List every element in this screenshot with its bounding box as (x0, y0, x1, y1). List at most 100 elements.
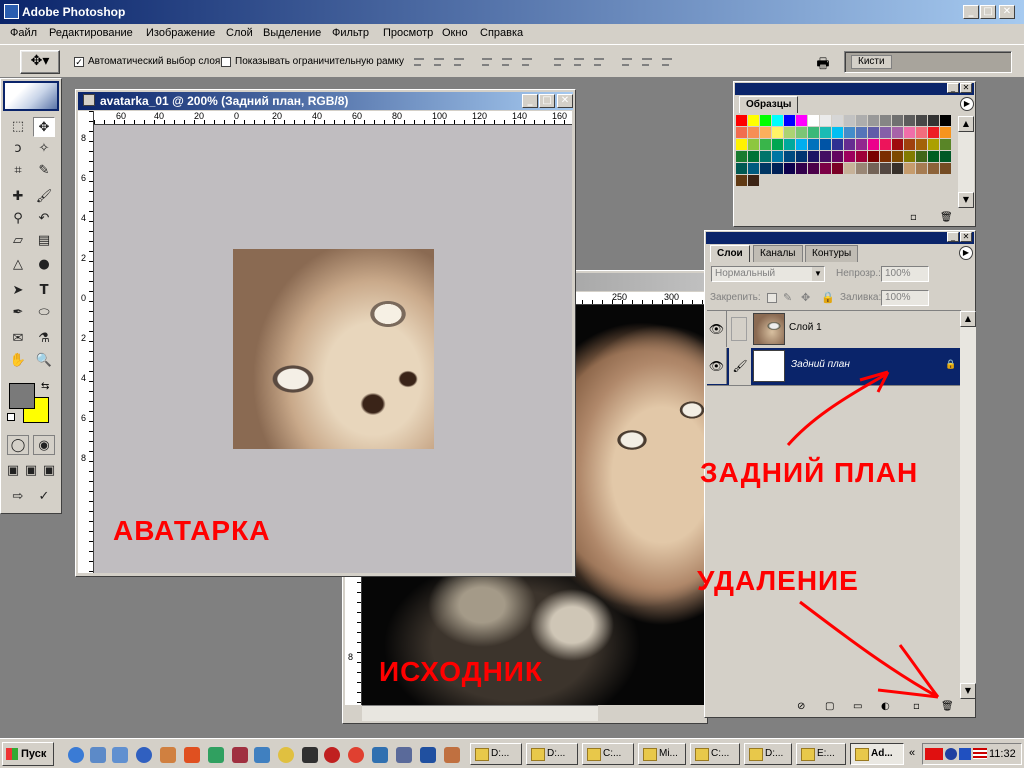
color-swatch[interactable] (880, 151, 892, 163)
layers-minimize-button[interactable]: _ (947, 232, 959, 242)
chevron-down-icon[interactable]: ▼ (812, 267, 824, 281)
color-swatch[interactable] (772, 163, 784, 175)
lock-all-icon[interactable]: 🔒 (821, 291, 835, 304)
move-tool-icon[interactable]: ✥ (33, 117, 55, 137)
color-swatch[interactable] (916, 115, 928, 127)
app-tray-icon[interactable] (945, 748, 957, 760)
menu-help[interactable]: Справка (480, 27, 523, 39)
new-swatch-icon[interactable]: ▫ (910, 212, 917, 223)
magic-wand-tool-icon[interactable]: ✧ (33, 139, 55, 159)
swatches-menu-icon[interactable]: ▶ (960, 97, 974, 111)
color-swatch[interactable] (868, 151, 880, 163)
notes-tool-icon[interactable]: ✉ (7, 329, 29, 349)
task-button[interactable]: D:... (470, 743, 522, 765)
tab-channels[interactable]: Каналы (753, 245, 803, 262)
color-swatch[interactable] (736, 163, 748, 175)
delete-swatch-icon[interactable]: 🗑 (940, 212, 953, 223)
color-swatch[interactable] (940, 115, 952, 127)
color-swatch[interactable] (844, 163, 856, 175)
color-swatch[interactable] (748, 175, 760, 187)
swatches-minimize-button[interactable]: _ (947, 83, 959, 93)
color-swatch[interactable] (880, 139, 892, 151)
auto-select-checkbox[interactable]: ✓ (74, 57, 84, 67)
align-vcenter-icon[interactable] (432, 55, 446, 69)
clock[interactable]: 11:32 (989, 748, 1016, 760)
minimize-button[interactable]: _ (963, 5, 979, 19)
jump-to-imageready-icon[interactable]: ⇨ (7, 487, 29, 507)
doc-minimize-button[interactable]: _ (522, 94, 538, 108)
new-group-icon[interactable]: ▭ (853, 701, 862, 712)
color-swatch[interactable] (844, 127, 856, 139)
fill-field[interactable]: 100% (881, 290, 929, 306)
color-swatch[interactable] (904, 115, 916, 127)
app-icon[interactable] (420, 747, 436, 763)
color-swatch[interactable] (784, 127, 796, 139)
color-swatch[interactable] (832, 127, 844, 139)
avatar-window-titlebar[interactable]: avatarka_01 @ 200% (Задний план, RGB/8) … (78, 92, 573, 110)
color-swatch[interactable] (832, 139, 844, 151)
color-swatch[interactable] (820, 115, 832, 127)
app-icon[interactable] (160, 747, 176, 763)
color-swatch[interactable] (796, 163, 808, 175)
color-swatch[interactable] (736, 115, 748, 127)
slice-tool-icon[interactable]: ✎ (33, 161, 55, 181)
color-swatch[interactable] (796, 151, 808, 163)
task-button[interactable]: D:... (526, 743, 578, 765)
color-swatch[interactable] (796, 115, 808, 127)
desktop-icon[interactable] (90, 747, 106, 763)
color-swatch[interactable] (748, 115, 760, 127)
color-swatch[interactable] (748, 151, 760, 163)
language-flag-icon[interactable] (973, 748, 987, 759)
color-swatch[interactable] (892, 127, 904, 139)
color-swatch[interactable] (772, 139, 784, 151)
explorer-icon[interactable] (112, 747, 128, 763)
task-button-photoshop[interactable]: Ad... (850, 743, 904, 765)
color-swatch[interactable] (928, 115, 940, 127)
menu-image[interactable]: Изображение (146, 27, 215, 39)
ie-icon[interactable] (68, 747, 84, 763)
task-button[interactable]: D:... (744, 743, 792, 765)
eye-icon[interactable]: 👁 (707, 348, 727, 384)
network-icon[interactable] (959, 748, 971, 760)
swatch-grid[interactable] (736, 115, 952, 199)
color-swatch[interactable] (916, 163, 928, 175)
color-swatch[interactable] (796, 139, 808, 151)
color-swatch[interactable] (736, 151, 748, 163)
menu-layer[interactable]: Слой (226, 27, 253, 39)
color-swatch[interactable] (760, 151, 772, 163)
menu-file[interactable]: Файл (10, 27, 37, 39)
layers-scrollbar[interactable]: ▲ ▼ (960, 311, 976, 699)
move-tool-preset-icon[interactable]: ✥▾ (20, 50, 60, 74)
clone-stamp-tool-icon[interactable]: ⚲ (7, 209, 29, 229)
opera-icon[interactable] (324, 747, 340, 763)
layer-row-layer1[interactable]: 👁 Слой 1 (707, 311, 960, 349)
screen-mode-standard-icon[interactable]: ▣ (5, 461, 21, 481)
layer-style-icon[interactable]: ⊘ (797, 701, 805, 712)
lock-paint-icon[interactable]: ✎ (783, 291, 792, 304)
color-swatch[interactable] (796, 127, 808, 139)
color-swatch[interactable] (748, 163, 760, 175)
menu-edit[interactable]: Редактирование (49, 27, 133, 39)
task-button[interactable]: E:... (796, 743, 846, 765)
screen-mode-full-icon[interactable]: ▣ (41, 461, 57, 481)
app-icon[interactable] (184, 747, 200, 763)
app-icon[interactable] (396, 747, 412, 763)
shape-tool-icon[interactable]: ⬭ (33, 303, 55, 323)
distribute-hcenter-icon[interactable] (640, 55, 654, 69)
quick-mask-mode-icon[interactable]: ◉ (33, 435, 55, 455)
adjustment-layer-icon[interactable]: ◐ (881, 701, 890, 712)
color-swatch[interactable] (736, 139, 748, 151)
opacity-field[interactable]: 100% (881, 266, 929, 282)
hand-tool-icon[interactable]: ✋ (7, 351, 29, 371)
color-swatch[interactable] (748, 139, 760, 151)
healing-brush-tool-icon[interactable]: ✚ (7, 187, 29, 207)
menu-window[interactable]: Окно (442, 27, 468, 39)
color-swatch[interactable] (904, 139, 916, 151)
color-swatch[interactable] (808, 139, 820, 151)
tab-swatches[interactable]: Образцы (739, 96, 799, 113)
layers-panel-titlebar[interactable] (706, 232, 974, 244)
layers-close-button[interactable]: ✕ (960, 232, 972, 242)
task-button[interactable]: Mi... (638, 743, 686, 765)
gradient-tool-icon[interactable]: ▤ (33, 231, 55, 251)
dodge-tool-icon[interactable]: ● (33, 255, 55, 275)
